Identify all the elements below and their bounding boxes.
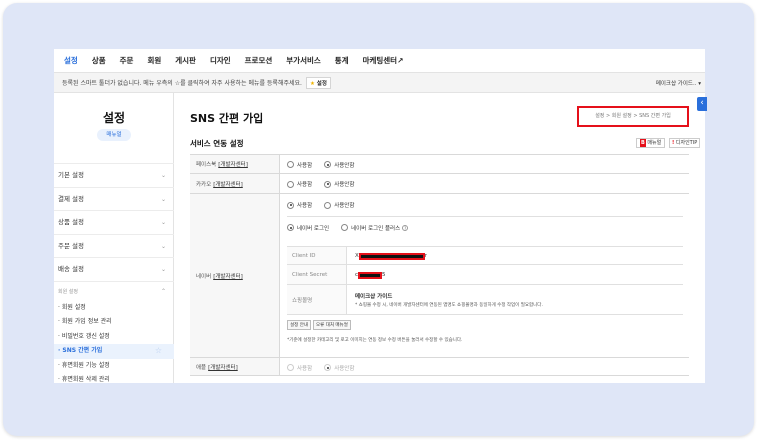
kakao-use-radio[interactable]: 사용함 [287, 180, 312, 188]
chevron-left-icon: ‹ [700, 98, 704, 108]
nav-members[interactable]: 회원 [147, 55, 161, 66]
setup-guide-button[interactable]: 설정 안내 [287, 320, 311, 330]
chevron-down-icon: ⌄ [160, 266, 166, 273]
shop-name: 메이크샵 가이드 [355, 294, 393, 300]
chevron-down-icon: ⌄ [160, 219, 166, 226]
page-title: SNS 간편 가입 [190, 112, 264, 125]
nav-addons[interactable]: 부가서비스 [286, 55, 321, 66]
quick-set-button[interactable]: ★ 설정 [305, 76, 331, 89]
row-apple: 애플 [개발자센터] 사용함 사용안함 [190, 357, 689, 376]
chevron-down-icon: ⌄ [160, 172, 166, 179]
nav-orders[interactable]: 주문 [120, 55, 134, 66]
guide-dropdown[interactable]: 메이크샵 가이드.. ▾ [656, 79, 701, 87]
book-icon: B [640, 139, 646, 147]
naver-use-radio[interactable]: 사용함 [287, 201, 312, 209]
nav-promotion[interactable]: 프로모션 [245, 55, 273, 66]
sidebar-title: 설정 [102, 111, 126, 125]
collapse-panel-button[interactable]: ‹ [697, 97, 707, 111]
sidebar-item-shipping[interactable]: 배송 설정 ⌄ [54, 257, 174, 281]
breadcrumb: 설정 > 회원 설정 > SNS 간편 가입 [577, 106, 689, 127]
sidebar-sub-signup-info[interactable]: · 회원 가입 정보 관리 [54, 315, 174, 330]
sidebar-item-order[interactable]: 주문 설정 ⌄ [54, 233, 174, 258]
facebook-nouse-radio[interactable]: 사용안함 [324, 161, 354, 169]
nav-products[interactable]: 상품 [92, 55, 106, 66]
design-tip-button[interactable]: ! 디자인TIP [669, 138, 701, 148]
sidebar-group-member[interactable]: 회원 설정 ⌃ [54, 280, 174, 301]
sidebar: 설정 매뉴얼 기본 설정 ⌄ 결제 설정 ⌄ 상품 설정 ⌄ 주문 설정 ⌄ 배송 설정… [54, 93, 174, 383]
apple-dev-link[interactable]: [개발자센터] [208, 363, 238, 371]
chevron-down-icon: ⌄ [160, 242, 166, 250]
nav-design[interactable]: 디자인 [210, 55, 231, 66]
shop-name-note: * 쇼핑몰 수정 시, 네이버 개발자센터에 연동된 앱명도 쇼핑몰명과 동일하… [355, 303, 543, 308]
footnote: *기준에 설정한 카테고리 및 로고 이미지는 연동 정보 수정 버튼을 눌러서… [287, 338, 463, 343]
sidebar-item-payment[interactable]: 결제 설정 ⌄ [54, 186, 174, 211]
sidebar-sub-dormant-delete[interactable]: · 휴면회원 삭제 관리 [54, 373, 174, 383]
naver-login-radio[interactable]: 네이버 로그인 [287, 224, 329, 232]
naver-credentials: Client ID Xr Client Secret c5 쇼핑몰명 메이크샵 … [287, 246, 683, 347]
star-outline-icon[interactable]: ☆ [155, 344, 162, 359]
sidebar-sub-password-renewal[interactable]: · 비밀번호 갱신 설정 [54, 330, 174, 345]
chevron-up-icon: ⌃ [160, 287, 166, 295]
kakao-dev-link[interactable]: [개발자센터] [213, 180, 243, 188]
sidebar-sub-dormant-settings[interactable]: · 휴면회원 기능 설정 [54, 359, 174, 374]
sidebar-sub-member-settings[interactable]: · 회원 설정 [54, 301, 174, 316]
nav-settings[interactable]: 설정 [64, 55, 78, 66]
redacted-client-secret [358, 271, 383, 279]
nav-board[interactable]: 게시판 [175, 55, 196, 66]
top-navigation: 설정 상품 주문 회원 게시판 디자인 프로모션 부가서비스 통계 마케팅센터↗ [54, 49, 705, 73]
notice-bar: 등록된 스마트 툴더가 없습니다. 메뉴 우측의 ☆를 클릭하여 자주 사용하는… [54, 73, 705, 93]
naver-login-plus-radio[interactable]: 네이버 로그인 플러스? [341, 224, 409, 232]
naver-dev-link[interactable]: [개발자센터] [213, 272, 243, 280]
redacted-client-id [358, 252, 425, 260]
nav-marketing[interactable]: 마케팅센터↗ [363, 55, 404, 66]
settings-table: 페이스북 [개발자센터] 사용함 사용안함 카카오 [개발자센터] 사용함 사용안함… [190, 154, 689, 376]
help-icon[interactable]: ? [402, 224, 409, 231]
section-title: 서비스 연동 설정 [190, 139, 244, 148]
kakao-nouse-radio[interactable]: 사용안함 [324, 180, 354, 188]
notice-message: 등록된 스마트 툴더가 없습니다. 메뉴 우측의 ☆를 클릭하여 자주 사용하는… [62, 80, 302, 87]
sidebar-item-product[interactable]: 상품 설정 ⌄ [54, 210, 174, 234]
sidebar-menu: 기본 설정 ⌄ 결제 설정 ⌄ 상품 설정 ⌄ 주문 설정 ⌄ 배송 설정 ⌄ 회원 설정… [54, 163, 174, 383]
admin-window: 설정 상품 주문 회원 게시판 디자인 프로모션 부가서비스 통계 마케팅센터↗… [54, 49, 705, 383]
facebook-dev-link[interactable]: [개발자센터] [218, 160, 248, 168]
facebook-use-radio[interactable]: 사용함 [287, 161, 312, 169]
star-icon: ★ [309, 80, 315, 87]
nav-stats[interactable]: 통계 [335, 55, 349, 66]
row-naver: 네이버 [개발자센터] 사용함 사용안함 네이버 로그인 네이버 로그인 플러스?… [190, 193, 689, 357]
row-kakao: 카카오 [개발자센터] 사용함 사용안함 [190, 173, 689, 193]
chevron-down-icon: ⌄ [160, 195, 166, 203]
main-content: SNS 간편 가입 설정 > 회원 설정 > SNS 간편 가입 서비스 연동 … [174, 93, 705, 383]
sidebar-sub-sns-signup[interactable]: · SNS 간편 가입 ☆ [54, 344, 174, 359]
apple-nouse-radio[interactable]: 사용안함 [324, 364, 354, 372]
sidebar-manual-button[interactable]: 매뉴얼 [97, 129, 131, 141]
exclamation-icon: ! [672, 140, 675, 146]
naver-nouse-radio[interactable]: 사용안함 [324, 201, 354, 209]
row-facebook: 페이스북 [개발자센터] 사용함 사용안함 [190, 154, 689, 173]
manual-button[interactable]: B 매뉴얼 [636, 138, 666, 148]
apple-use-radio[interactable]: 사용함 [287, 364, 312, 372]
sidebar-item-basic[interactable]: 기본 설정 ⌄ [54, 163, 174, 187]
error-manual-button[interactable]: 오류 대처 매뉴얼 [313, 320, 351, 330]
